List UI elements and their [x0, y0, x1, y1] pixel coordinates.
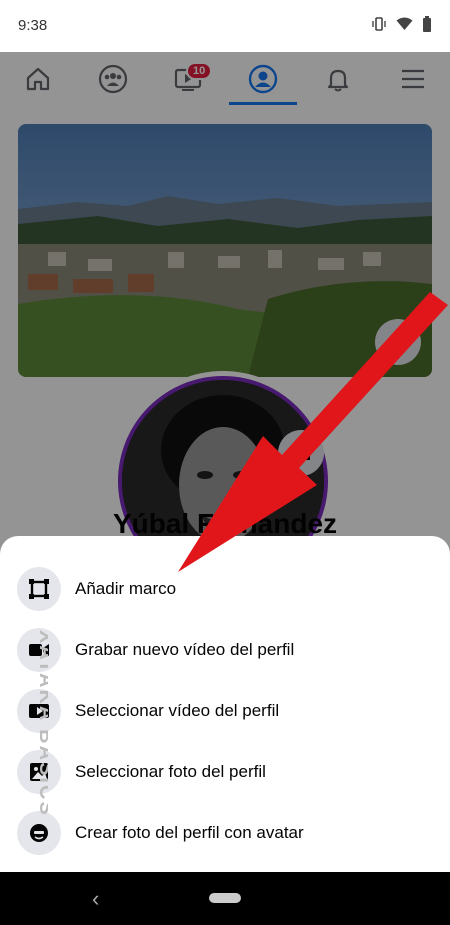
watermark: XATAKA BASICS — [35, 630, 48, 817]
option-label: Añadir marco — [75, 578, 177, 598]
status-icons — [371, 16, 432, 32]
watermark-text: XATAKA BASICS — [35, 630, 48, 817]
option-add-frame[interactable]: Añadir marco — [0, 558, 450, 619]
battery-icon — [423, 16, 431, 32]
home-pill[interactable] — [209, 893, 241, 903]
status-bar: 9:38 — [0, 0, 450, 52]
option-label: Seleccionar vídeo del perfil — [75, 700, 280, 720]
option-label: Crear foto del perfil con avatar — [75, 822, 304, 842]
profile-picture-options-sheet: Añadir marco Grabar nuevo vídeo del perf… — [0, 536, 450, 872]
option-select-photo[interactable]: Seleccionar foto del perfil — [0, 741, 450, 802]
frame-icon — [17, 566, 61, 611]
option-label: Grabar nuevo vídeo del perfil — [75, 639, 295, 659]
system-navigation-bar: ‹ — [0, 872, 450, 925]
status-time: 9:38 — [18, 17, 48, 34]
vibrate-icon — [372, 17, 386, 31]
option-create-avatar[interactable]: Crear foto del perfil con avatar — [0, 802, 450, 863]
wifi-icon — [396, 17, 413, 30]
option-label: Seleccionar foto del perfil — [75, 761, 266, 781]
option-select-video[interactable]: Seleccionar vídeo del perfil — [0, 680, 450, 741]
back-icon[interactable]: ‹ — [92, 886, 99, 912]
option-record-video[interactable]: Grabar nuevo vídeo del perfil — [0, 619, 450, 680]
